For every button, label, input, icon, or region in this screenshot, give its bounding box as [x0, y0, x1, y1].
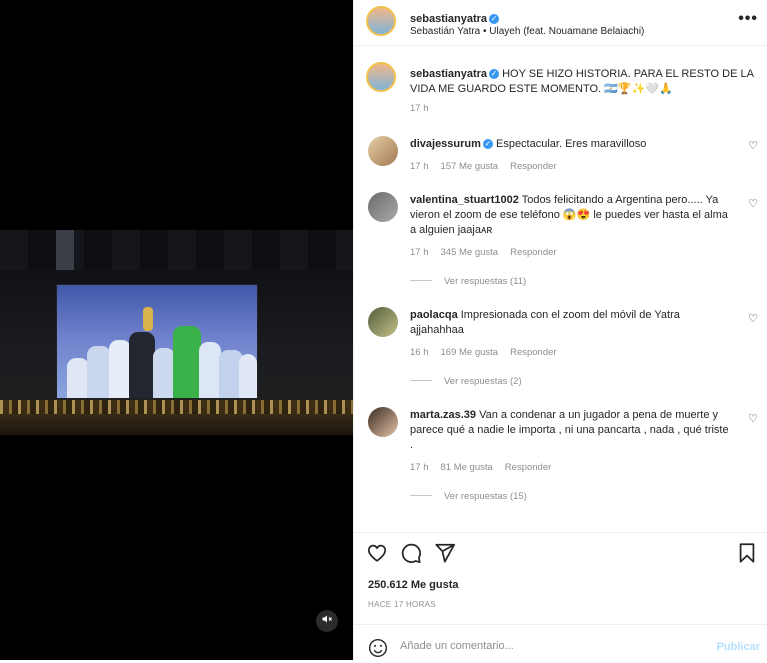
- comment: marta.zas.39 Van a condenar a un jugador…: [368, 407, 758, 502]
- post-panel: sebastianyatra ✓ Sebastián Yatra • Ulayeh…: [353, 0, 767, 660]
- divider: [354, 532, 767, 533]
- heart-icon[interactable]: ♡: [748, 312, 758, 327]
- comment-text: Espectacular. Eres maravilloso: [495, 138, 647, 150]
- comment-likes[interactable]: 345 Me gusta: [441, 247, 499, 258]
- stadium-roof: [0, 230, 353, 270]
- speaker-muted-icon[interactable]: [316, 610, 338, 632]
- heart-icon[interactable]: ♡: [748, 412, 758, 427]
- post-actions: [366, 542, 760, 566]
- comment-username[interactable]: marta.zas.39: [410, 409, 476, 421]
- song-info[interactable]: Sebastián Yatra • Ulayeh (feat. Nouamane…: [410, 26, 644, 37]
- comment-bubble-icon[interactable]: [400, 542, 424, 566]
- comment: divajessurum ✓ Espectacular. Eres maravil…: [368, 136, 758, 176]
- comment-time: 17 h: [410, 462, 429, 473]
- avatar[interactable]: [366, 62, 396, 92]
- post-header: sebastianyatra ✓: [410, 9, 500, 27]
- comment-time: 17 h: [410, 247, 429, 258]
- verified-badge-icon: ✓: [482, 139, 493, 149]
- heart-icon[interactable]: ♡: [748, 139, 758, 154]
- comment-likes[interactable]: 81 Me gusta: [441, 462, 493, 473]
- caption: sebastianyatra ✓ HOY SE HIZO HISTORIA. PA…: [410, 67, 755, 97]
- comment-username[interactable]: paolacqa: [410, 309, 458, 321]
- stadium-post: [56, 230, 74, 270]
- comment-likes[interactable]: 169 Me gusta: [441, 347, 499, 358]
- divider: [354, 45, 767, 46]
- comment-time: 17 h: [410, 161, 429, 172]
- avatar[interactable]: [368, 192, 398, 222]
- divider: [354, 624, 767, 625]
- avatar[interactable]: [368, 136, 398, 166]
- stadium-crowd: [0, 400, 353, 435]
- video-player[interactable]: [0, 0, 353, 660]
- view-replies-button[interactable]: Ver respuestas (2): [410, 374, 522, 389]
- video-big-screen: [56, 284, 258, 399]
- avatar[interactable]: [368, 407, 398, 437]
- verified-badge-icon: ✓: [489, 14, 500, 24]
- share-send-icon[interactable]: [434, 542, 458, 566]
- more-horizontal-icon[interactable]: •••: [738, 10, 758, 28]
- avatar[interactable]: [366, 6, 396, 36]
- comment: valentina_stuart1002 Todos felicitando a…: [368, 192, 758, 287]
- reply-button[interactable]: Responder: [505, 462, 551, 473]
- add-comment-input[interactable]: [400, 640, 690, 652]
- verified-badge-icon: ✓: [489, 69, 500, 79]
- avatar[interactable]: [368, 307, 398, 337]
- heart-icon[interactable]: ♡: [748, 197, 758, 212]
- post-time: HACE 17 HORAS: [368, 600, 436, 609]
- comment: paolacqa Impresionada con el zoom del mó…: [368, 307, 758, 387]
- comment-username[interactable]: divajessurum: [410, 138, 481, 150]
- reply-button[interactable]: Responder: [510, 247, 556, 258]
- header-username[interactable]: sebastianyatra: [410, 13, 487, 25]
- comment-username[interactable]: valentina_stuart1002: [410, 194, 519, 206]
- comment-time: 16 h: [410, 347, 429, 358]
- publish-button[interactable]: Publicar: [717, 641, 760, 653]
- comment-likes[interactable]: 157 Me gusta: [441, 161, 499, 172]
- bookmark-icon[interactable]: [736, 542, 760, 566]
- view-replies-button[interactable]: Ver respuestas (11): [410, 274, 526, 289]
- caption-username[interactable]: sebastianyatra: [410, 68, 487, 80]
- caption-time: 17 h: [410, 103, 429, 114]
- view-replies-button[interactable]: Ver respuestas (15): [410, 489, 527, 504]
- reply-button[interactable]: Responder: [510, 161, 556, 172]
- heart-icon[interactable]: [366, 542, 390, 566]
- emoji-icon[interactable]: [368, 638, 388, 663]
- likes-count[interactable]: 250.612 Me gusta: [368, 579, 459, 591]
- reply-button[interactable]: Responder: [510, 347, 556, 358]
